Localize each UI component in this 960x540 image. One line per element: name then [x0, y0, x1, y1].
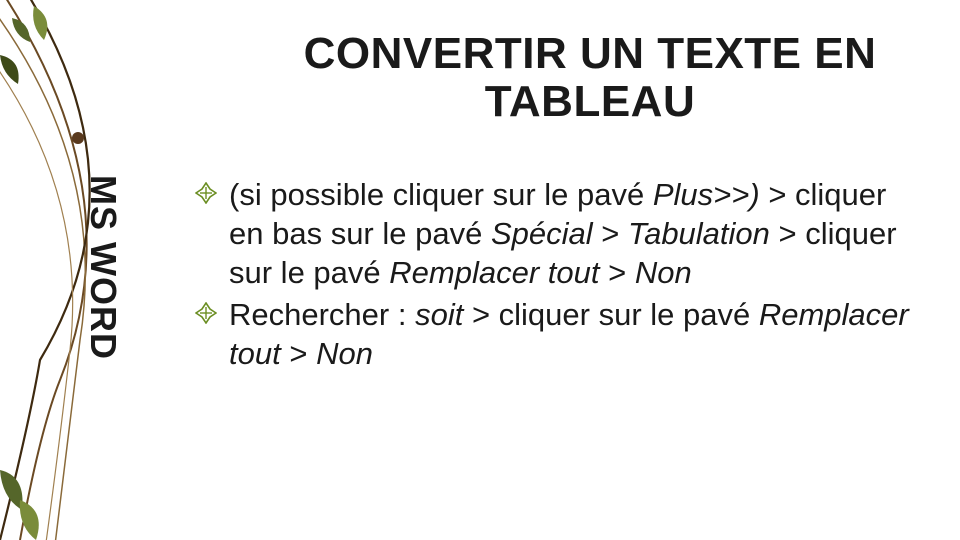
- text: > cliquer sur le pavé: [472, 297, 759, 332]
- slide-title: CONVERTIR UN TEXTE EN TABLEAU: [260, 30, 920, 127]
- text-italic: Tabulation: [628, 216, 770, 251]
- slide: CONVERTIR UN TEXTE EN TABLEAU MS WORD (s…: [0, 0, 960, 540]
- bullet-item-1: (si possible cliquer sur le pavé Plus>>)…: [195, 176, 915, 292]
- text-italic: Non: [635, 255, 692, 290]
- bullet-icon: [195, 302, 217, 324]
- bullet-icon: [195, 182, 217, 204]
- text: >: [281, 336, 316, 371]
- text-italic: Non: [316, 336, 373, 371]
- text: (si possible cliquer sur le pavé: [229, 177, 653, 212]
- text-italic: Remplacer tout: [389, 255, 599, 290]
- text-italic: soit: [415, 297, 472, 332]
- text: Rechercher :: [229, 297, 415, 332]
- text: >: [599, 255, 634, 290]
- bullet-item-2: Rechercher : soit > cliquer sur le pavé …: [195, 296, 915, 374]
- text-italic: Spécial: [491, 216, 593, 251]
- sidebar-label: MS WORD: [82, 175, 124, 360]
- content-area: (si possible cliquer sur le pavé Plus>>)…: [195, 176, 915, 378]
- text-italic: Plus>>): [653, 177, 760, 212]
- text: >: [593, 216, 628, 251]
